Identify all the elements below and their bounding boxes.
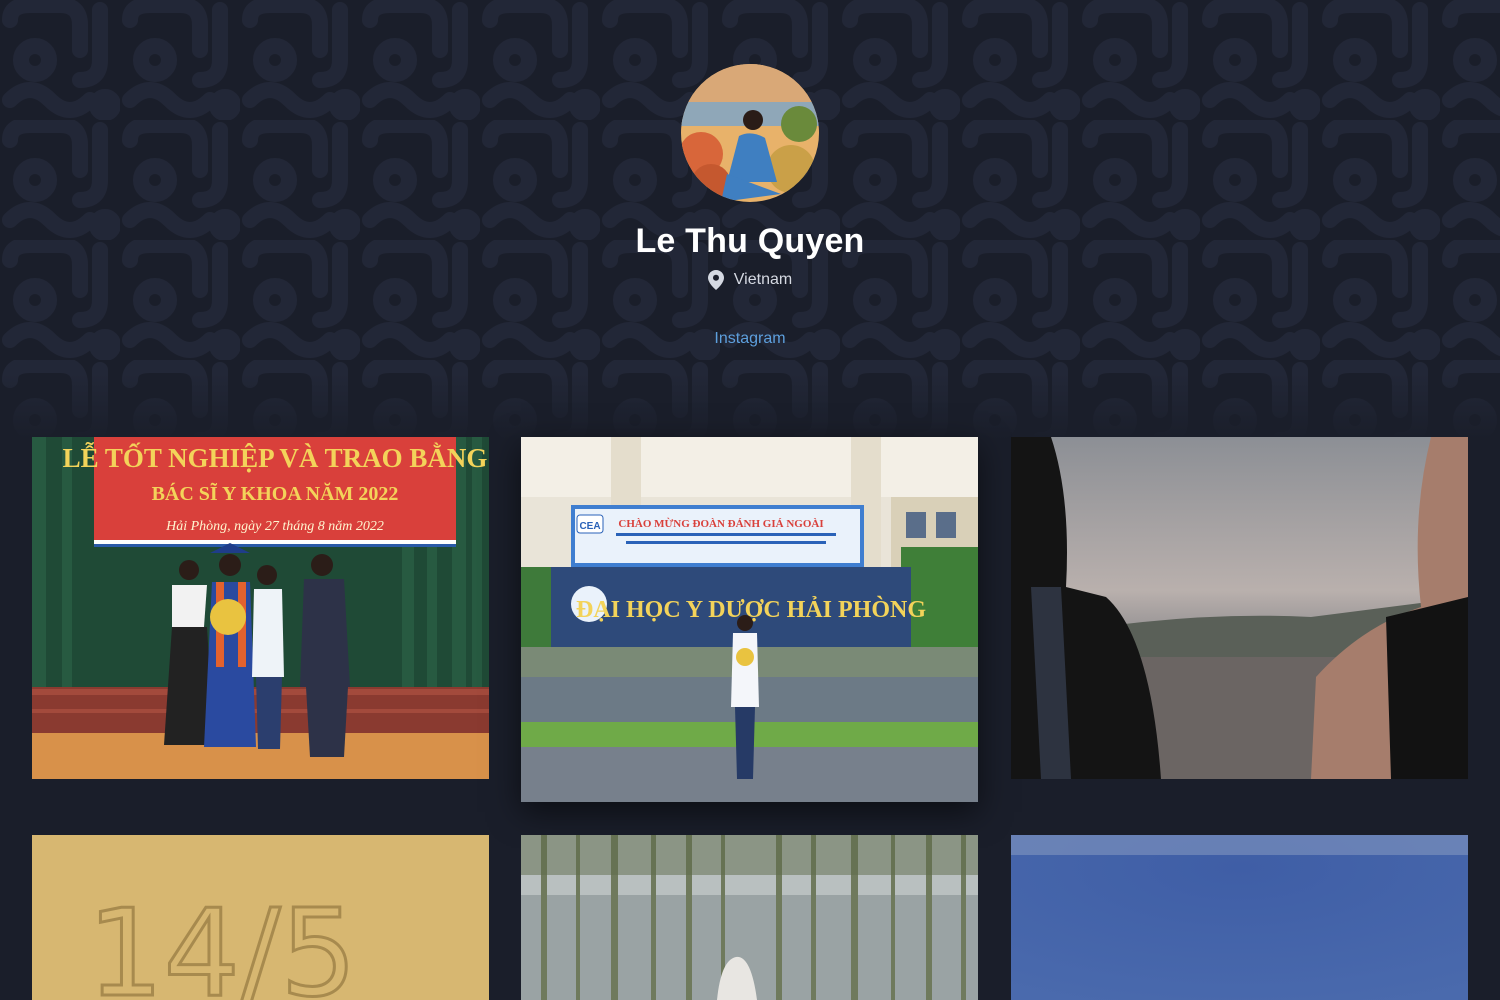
banner-line3: Hải Phòng, ngày 27 tháng 8 năm 2022 [165, 519, 384, 534]
banner-line2: BÁC SĨ Y KHOA NĂM 2022 [152, 481, 399, 505]
banner-line1: LỄ TỐT NGHIỆP VÀ TRAO BẰNG [63, 442, 488, 473]
avatar-photo [681, 64, 819, 202]
map-pin-icon [707, 270, 724, 290]
cea-badge: CEA [579, 521, 600, 532]
sign-banner-line1: CHÀO MỪNG ĐOÀN ĐÁNH GIÁ NGOÀI [618, 518, 823, 530]
instagram-link[interactable]: Instagram [0, 330, 1500, 348]
sand-text: 14/5 [87, 885, 356, 1000]
photo-bamboo-forest[interactable] [521, 835, 978, 1000]
photo-graduation-ceremony[interactable]: LỄ TỐT NGHIỆP VÀ TRAO BẰNG BÁC SĨ Y KHOA… [32, 437, 489, 779]
profile-location: Vietnam [0, 270, 1500, 290]
photo-blue-sky[interactable] [1011, 835, 1468, 1000]
photo-beach-dusk[interactable] [1011, 437, 1468, 779]
photo-sand-writing[interactable]: 14/5 [32, 835, 489, 1000]
photo-university-sign[interactable]: CEA CHÀO MỪNG ĐOÀN ĐÁNH GIÁ NGOÀI ĐẠI HỌ… [521, 437, 978, 802]
profile-header: Le Thu Quyen Vietnam Instagram [0, 0, 1500, 420]
profile-page: Le Thu Quyen Vietnam Instagram LỄ TỐT NG… [0, 0, 1500, 1000]
avatar[interactable] [681, 64, 819, 202]
profile-name: Le Thu Quyen [635, 222, 865, 260]
location-text: Vietnam [733, 271, 793, 288]
